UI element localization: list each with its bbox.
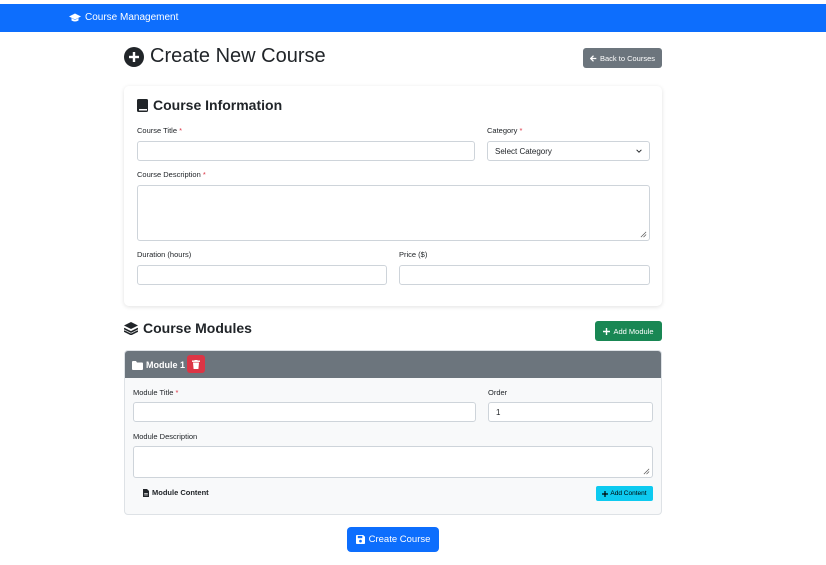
course-information-card: Course Information Course Title * Catego… bbox=[124, 86, 662, 306]
course-information-heading: Course Information bbox=[137, 97, 282, 113]
course-description-label: Course Description * bbox=[137, 170, 206, 179]
trash-icon bbox=[192, 359, 200, 369]
page-title-text: Create New Course bbox=[150, 45, 326, 67]
layers-icon bbox=[124, 321, 138, 335]
folder-icon bbox=[132, 360, 143, 370]
add-content-label: Add Content bbox=[610, 490, 647, 497]
module-content-label: Module Content bbox=[152, 488, 209, 497]
price-input[interactable] bbox=[399, 265, 650, 285]
resize-grip-icon[interactable] bbox=[643, 468, 650, 475]
graduation-cap-icon bbox=[69, 13, 81, 21]
page-title: Create New Course bbox=[124, 45, 326, 68]
course-title-label: Course Title * bbox=[137, 126, 183, 135]
chevron-down-icon bbox=[636, 149, 642, 153]
module-content-heading: Module Content bbox=[143, 488, 209, 497]
category-label: Category * bbox=[487, 126, 523, 135]
module-description-textarea[interactable] bbox=[133, 446, 653, 478]
arrow-left-icon bbox=[589, 54, 597, 62]
module-header-label: Module 1 bbox=[146, 360, 186, 370]
add-content-button[interactable]: Add Content bbox=[596, 486, 653, 501]
course-title-input[interactable] bbox=[137, 141, 475, 161]
resize-grip-icon[interactable] bbox=[640, 231, 647, 238]
plus-icon bbox=[603, 327, 611, 335]
duration-input[interactable] bbox=[137, 265, 387, 285]
create-course-button[interactable]: Create Course bbox=[347, 527, 439, 552]
navbar: Course Management bbox=[0, 4, 826, 32]
back-to-courses-label: Back to Courses bbox=[599, 53, 656, 63]
navbar-brand[interactable]: Course Management bbox=[69, 12, 178, 23]
delete-module-button[interactable] bbox=[187, 355, 205, 373]
course-description-textarea[interactable] bbox=[137, 185, 650, 241]
module-card: Module 1 Module Title * Order 1 Module D… bbox=[124, 350, 662, 515]
module-header-title: Module 1 bbox=[132, 360, 185, 370]
module-description-label: Module Description bbox=[133, 432, 198, 441]
category-select-value: Select Category bbox=[495, 146, 552, 156]
category-select[interactable]: Select Category bbox=[487, 141, 650, 161]
book-icon bbox=[137, 98, 148, 112]
course-modules-heading: Course Modules bbox=[124, 320, 252, 336]
module-order-label: Order bbox=[488, 388, 508, 397]
save-icon bbox=[355, 535, 365, 544]
price-label: Price ($) bbox=[399, 250, 428, 259]
plus-icon bbox=[602, 490, 609, 497]
duration-label: Duration (hours) bbox=[137, 250, 192, 259]
module-title-input[interactable] bbox=[133, 402, 476, 422]
create-course-label: Create Course bbox=[368, 534, 431, 545]
course-modules-title: Course Modules bbox=[143, 320, 252, 336]
back-to-courses-button[interactable]: Back to Courses bbox=[583, 48, 662, 68]
navbar-brand-label: Course Management bbox=[85, 12, 179, 23]
module-order-input[interactable]: 1 bbox=[488, 402, 653, 422]
add-module-button[interactable]: Add Module bbox=[595, 321, 662, 341]
module-title-label: Module Title * bbox=[133, 388, 179, 397]
file-icon bbox=[143, 488, 149, 497]
module-header: Module 1 bbox=[125, 351, 661, 378]
add-module-label: Add Module bbox=[613, 326, 654, 336]
plus-circle-icon bbox=[124, 46, 144, 67]
course-information-title: Course Information bbox=[153, 97, 283, 113]
